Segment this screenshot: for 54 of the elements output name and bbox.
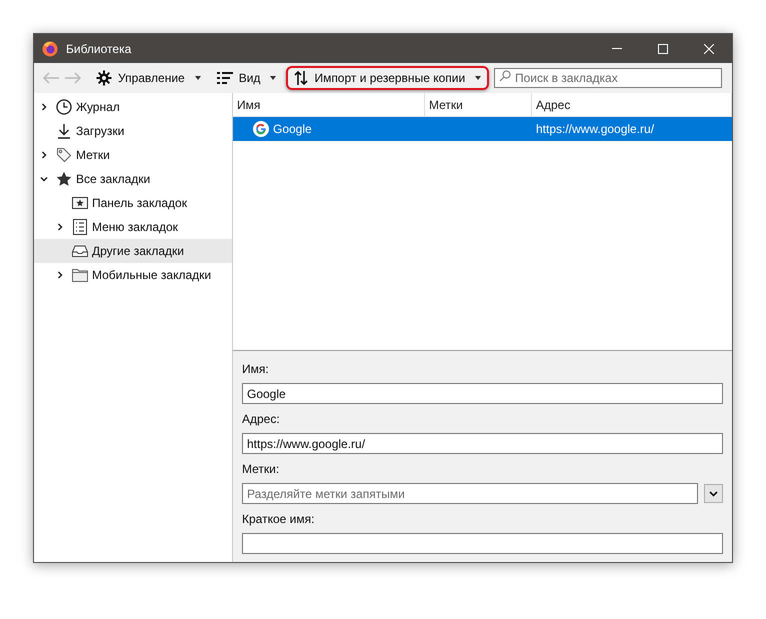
- tree-item[interactable]: Меню закладок: [34, 215, 232, 239]
- folder-icon: [72, 267, 88, 283]
- chevron-right-icon[interactable]: [56, 271, 64, 279]
- text-field[interactable]: https://www.google.ru/: [242, 433, 723, 454]
- tree-item[interactable]: Загрузки: [34, 119, 232, 143]
- column-header[interactable]: Имя: [233, 93, 425, 116]
- field-label: Адрес:: [242, 411, 281, 428]
- tree-item[interactable]: Все закладки: [34, 167, 232, 191]
- text-field[interactable]: Google: [242, 383, 723, 404]
- menu-button[interactable]: Управление: [90, 66, 207, 90]
- chevron-right-icon[interactable]: [40, 103, 48, 111]
- search-icon: [499, 70, 511, 82]
- field-label: Имя:: [242, 361, 270, 378]
- chevron-down-icon[interactable]: [40, 175, 48, 183]
- tray-icon: [72, 243, 88, 259]
- column-header[interactable]: Адрес: [532, 93, 732, 116]
- minimize-icon: [612, 48, 622, 49]
- arrows-icon: [294, 70, 308, 86]
- text-field[interactable]: Разделяйте метки запятыми: [242, 483, 698, 504]
- chevron-right-icon[interactable]: [56, 223, 64, 231]
- window-title: Библиотека: [66, 40, 132, 58]
- chevron-right-icon[interactable]: [40, 151, 48, 159]
- bookmark-name: Google: [273, 121, 312, 138]
- tree-item[interactable]: Журнал: [34, 95, 232, 119]
- field-label: Метки:: [242, 461, 280, 478]
- maximize-icon: [658, 44, 668, 54]
- google-logo-icon: [253, 121, 269, 137]
- bookmark-address: https://www.google.ru/: [536, 122, 654, 136]
- clock-icon: [56, 99, 72, 115]
- list-icon: [72, 219, 88, 235]
- gear-icon: [96, 70, 112, 86]
- search-field[interactable]: Поиск в закладках: [494, 68, 722, 88]
- tree-item[interactable]: Мобильные закладки: [34, 263, 232, 287]
- tree-item[interactable]: Метки: [34, 143, 232, 167]
- list-icon: [216, 72, 233, 84]
- browser-logo-icon: [42, 40, 58, 56]
- tag-icon: [56, 147, 72, 163]
- close-icon: [704, 44, 714, 54]
- dropdown-button[interactable]: [704, 484, 723, 503]
- caret-icon: [194, 76, 201, 80]
- menu-button[interactable]: Вид: [210, 66, 282, 90]
- caret-icon: [475, 76, 482, 80]
- chevron-down-icon: [709, 490, 718, 496]
- column-header[interactable]: Метки: [425, 93, 532, 116]
- star-box-icon: [72, 195, 88, 211]
- caret-icon: [270, 76, 276, 80]
- text-field[interactable]: [242, 533, 723, 554]
- field-label: Краткое имя:: [242, 511, 316, 528]
- star-icon: [56, 171, 72, 187]
- tree-item[interactable]: Панель закладок: [34, 191, 232, 215]
- download-icon: [56, 123, 72, 139]
- table-row[interactable]: Google https://www.google.ru/: [233, 117, 732, 141]
- tree-item[interactable]: Другие закладки: [34, 239, 232, 263]
- menu-button[interactable]: Импорт и резервные копии: [286, 66, 490, 90]
